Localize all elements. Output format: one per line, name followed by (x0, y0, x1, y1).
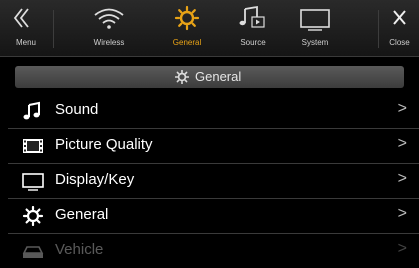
menu-tab[interactable]: Menu (0, 0, 52, 56)
tab-divider (53, 10, 54, 48)
chevron-right-icon: > (397, 205, 407, 222)
list-item-label: General (55, 206, 109, 223)
list-item-label: Picture Quality (55, 136, 153, 153)
tab-system[interactable]: System (261, 0, 369, 56)
tab-system-label: System (301, 38, 329, 47)
close-button[interactable]: Close (380, 0, 419, 56)
close-icon (380, 5, 419, 31)
gear-icon (174, 69, 190, 85)
list-item-general[interactable]: General > (8, 198, 419, 234)
close-button-label: Close (389, 38, 410, 47)
section-header-title: General (195, 69, 242, 84)
section-header: General (15, 66, 404, 88)
film-icon (22, 136, 44, 156)
menu-tab-label: Menu (15, 38, 36, 47)
chevron-right-icon: > (397, 240, 407, 257)
chevron-right-icon: > (397, 100, 407, 117)
chevron-right-icon: > (397, 135, 407, 152)
list-item-display-key[interactable]: Display/Key > (8, 163, 419, 199)
list-item-sound[interactable]: Sound > (8, 93, 419, 129)
gear-icon (22, 205, 44, 227)
top-navigation-bar: Menu Wireless General Source System Clos… (0, 0, 419, 57)
tab-divider (378, 10, 379, 48)
music-note-icon (22, 101, 44, 121)
double-chevron-left-icon (0, 5, 52, 31)
list-item-vehicle[interactable]: Vehicle > (8, 233, 419, 268)
car-icon (22, 241, 44, 261)
list-item-label: Sound (55, 101, 99, 118)
chevron-right-icon: > (397, 170, 407, 187)
monitor-icon (261, 5, 369, 31)
monitor-icon (22, 171, 44, 191)
list-item-label: Display/Key (55, 171, 135, 188)
list-item-picture-quality[interactable]: Picture Quality > (8, 128, 419, 164)
